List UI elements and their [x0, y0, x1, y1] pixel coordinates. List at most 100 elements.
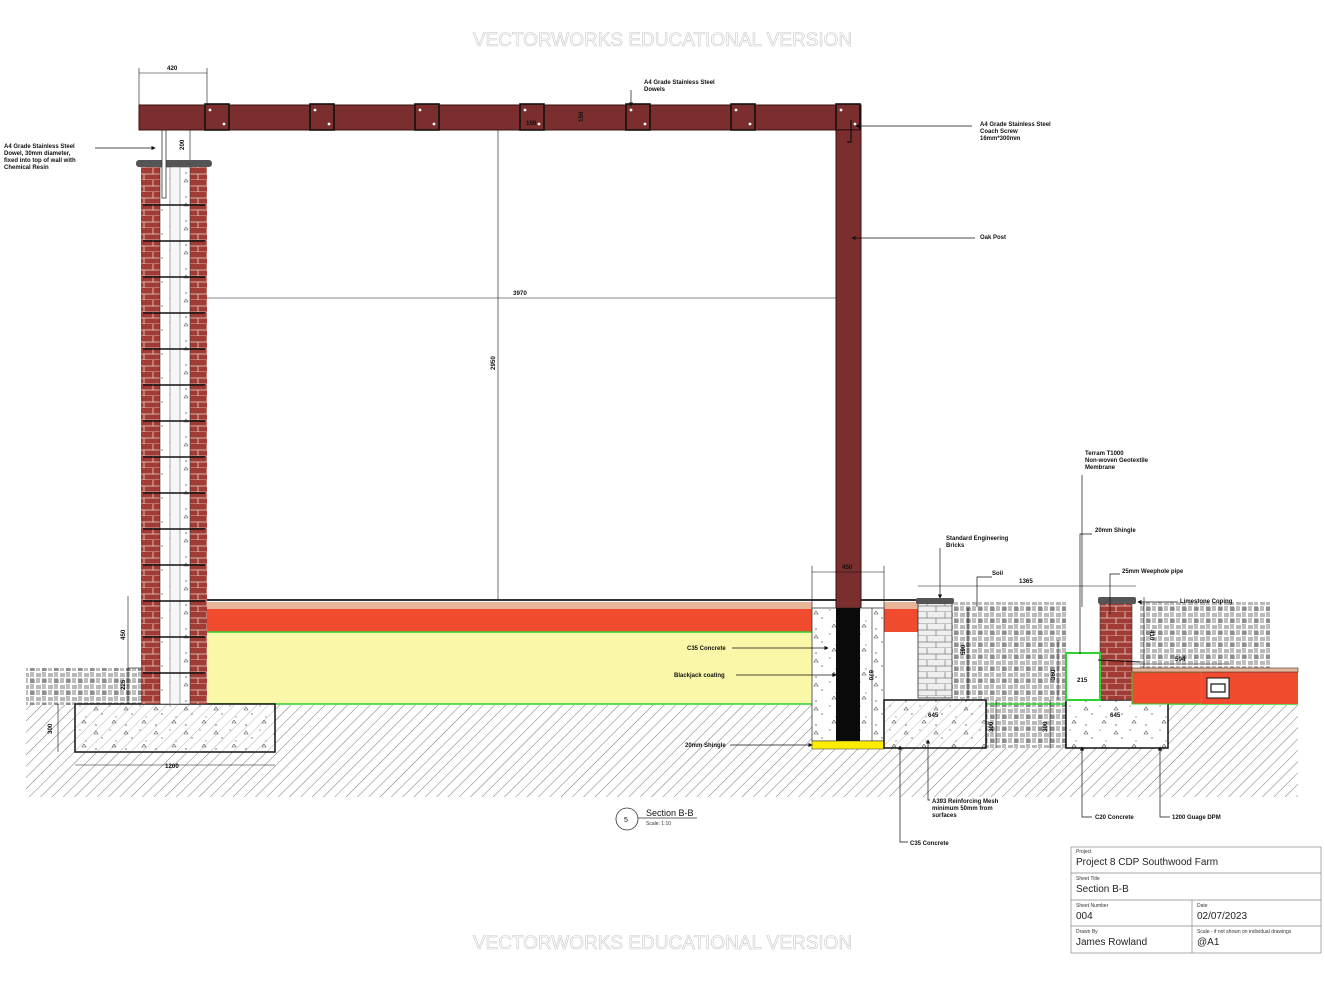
right-red-layer: [1131, 671, 1203, 705]
dim-300-b: 300: [988, 721, 995, 732]
beam-plate: [204, 103, 230, 131]
left-footing-hatch: [75, 704, 275, 752]
label-mesh-2: minimum 50mm from: [932, 806, 993, 812]
dim-300-c: 300: [1042, 721, 1049, 732]
label-wall-dowel-1: A4 Grade Stainless Steel: [4, 144, 75, 150]
left-wall-inner-leaf: [190, 167, 207, 704]
label-geotextile-3: Membrane: [1085, 465, 1116, 471]
left-wall-outer-leaf: [141, 167, 160, 704]
pier-cap: [916, 598, 954, 604]
date-caption: Date: [1197, 903, 1208, 909]
bolt-icon: [853, 122, 857, 126]
label-soil: Soil: [992, 571, 1003, 577]
red-layer-right: [884, 609, 918, 632]
label-blackjack: Blackjack coating: [674, 673, 725, 679]
label-wall-dowel-3: fixed into top of wall with: [4, 158, 76, 164]
section-number: 5: [624, 817, 628, 824]
beam-plate: [730, 103, 756, 131]
label-mesh-1: A393 Reinforcing Mesh: [932, 799, 999, 805]
dim-225: 225: [120, 679, 127, 690]
dim-2950: 2950: [490, 356, 497, 370]
section-title: Section B-B: [646, 808, 694, 818]
dim-590: 590: [960, 644, 967, 655]
paving-layer-right: [884, 602, 918, 609]
bolt-icon: [643, 122, 647, 126]
dim-1200: 1200: [165, 763, 179, 770]
label-weephole: 25mm Weephole pipe: [1122, 569, 1184, 575]
date: 02/07/2023: [1197, 911, 1248, 922]
label-geotextile-1: Terram T1000: [1085, 451, 1124, 457]
label-c35-left: C35 Concrete: [687, 646, 726, 652]
bolt-icon: [432, 122, 436, 126]
dim-150-a: 150: [526, 120, 537, 127]
project-name: Project 8 CDP Southwood Farm: [1076, 857, 1219, 868]
right-paving: [1131, 667, 1299, 673]
beam-plate: [414, 103, 440, 131]
dim-215: 215: [1077, 677, 1088, 684]
bolt-icon: [748, 122, 752, 126]
title-block: Project Project 8 CDP Southwood Farm She…: [1071, 847, 1321, 953]
dim-300: 300: [47, 723, 54, 734]
sheet-title: Section B-B: [1076, 884, 1129, 895]
bolt-icon: [313, 108, 317, 112]
c20-footing: [1065, 699, 1169, 749]
sheet-title-caption: Sheet Title: [1076, 876, 1100, 882]
dim-645-b: 645: [1110, 712, 1121, 719]
bolt-icon: [734, 108, 738, 112]
beam-plate: [309, 103, 335, 131]
section-scale: Scale: 1:10: [646, 821, 671, 827]
dim-450-side: 450: [120, 629, 127, 640]
drawn-by: James Rowland: [1076, 937, 1148, 948]
dim-645-a: 645: [928, 712, 939, 719]
left-wall-coping: [136, 160, 212, 167]
paving-layer: [207, 602, 812, 609]
sheet-number-caption: Sheet Number: [1076, 903, 1109, 909]
label-c35-bottom: C35 Concrete: [910, 841, 949, 847]
dim-670: 670: [867, 670, 874, 681]
left-wall-cavity: [169, 166, 181, 705]
section-drawing: 420 150 150 200 3970 2950 450 225 300 12…: [4, 65, 1322, 954]
label-coach-screw-3: 16mm*300mm: [980, 136, 1020, 142]
label-limestone: Limestone Coping: [1180, 599, 1233, 605]
bolt-icon: [537, 122, 541, 126]
label-dpm: 1200 Guage DPM: [1172, 815, 1221, 821]
limestone-coping: [1098, 597, 1136, 604]
bolt-icon: [629, 108, 633, 112]
bolt-icon: [418, 108, 422, 112]
drain-slot: [1210, 683, 1226, 693]
dim-150-b: 150: [578, 111, 585, 122]
sheet-number: 004: [1076, 911, 1093, 922]
blackjack-post-base: [836, 608, 860, 741]
label-mesh-3: surfaces: [932, 813, 957, 819]
bolt-icon: [523, 108, 527, 112]
dim-420: 420: [167, 65, 178, 72]
bolt-icon: [839, 108, 843, 112]
label-eng-bricks-2: Bricks: [946, 543, 965, 549]
label-coach-screw-1: A4 Grade Stainless Steel: [980, 122, 1051, 128]
label-wall-dowel-4: Chemical Resin: [4, 165, 49, 171]
red-layer: [207, 609, 812, 632]
label-coach-screw-2: Coach Screw: [980, 129, 1018, 135]
label-geotextile-2: Non-woven Geotextile: [1085, 458, 1149, 464]
project-caption: Project: [1076, 849, 1092, 855]
dim-410: 410: [1148, 630, 1155, 641]
yellow-layer: [207, 632, 812, 704]
dim-3970: 3970: [513, 290, 527, 297]
scale-caption: Scale - if not shown on individual drawi…: [1197, 929, 1292, 935]
bolt-icon: [208, 108, 212, 112]
label-c20: C20 Concrete: [1095, 815, 1134, 821]
label-dowels-1: A4 Grade Stainless Steel: [644, 80, 715, 86]
bolt-icon: [222, 122, 226, 126]
label-shingle-top: 20mm Shingle: [1095, 528, 1136, 534]
c35-footing-hatch: [884, 700, 986, 748]
engineering-brick-pier: [917, 601, 953, 699]
label-oak-post: Oak Post: [980, 235, 1006, 241]
dim-1365: 1365: [1019, 578, 1033, 585]
label-shingle-bottom: 20mm Shingle: [685, 743, 726, 749]
label-wall-dowel-2: Dowel, 30mm diameter,: [4, 151, 71, 157]
label-dowels-2: Dowels: [644, 87, 666, 93]
drawn-by-caption: Drawn By: [1076, 929, 1098, 935]
dim-594: 594: [1175, 656, 1186, 663]
scale: @A1: [1197, 937, 1220, 948]
right-brick-wall: [1099, 601, 1133, 701]
